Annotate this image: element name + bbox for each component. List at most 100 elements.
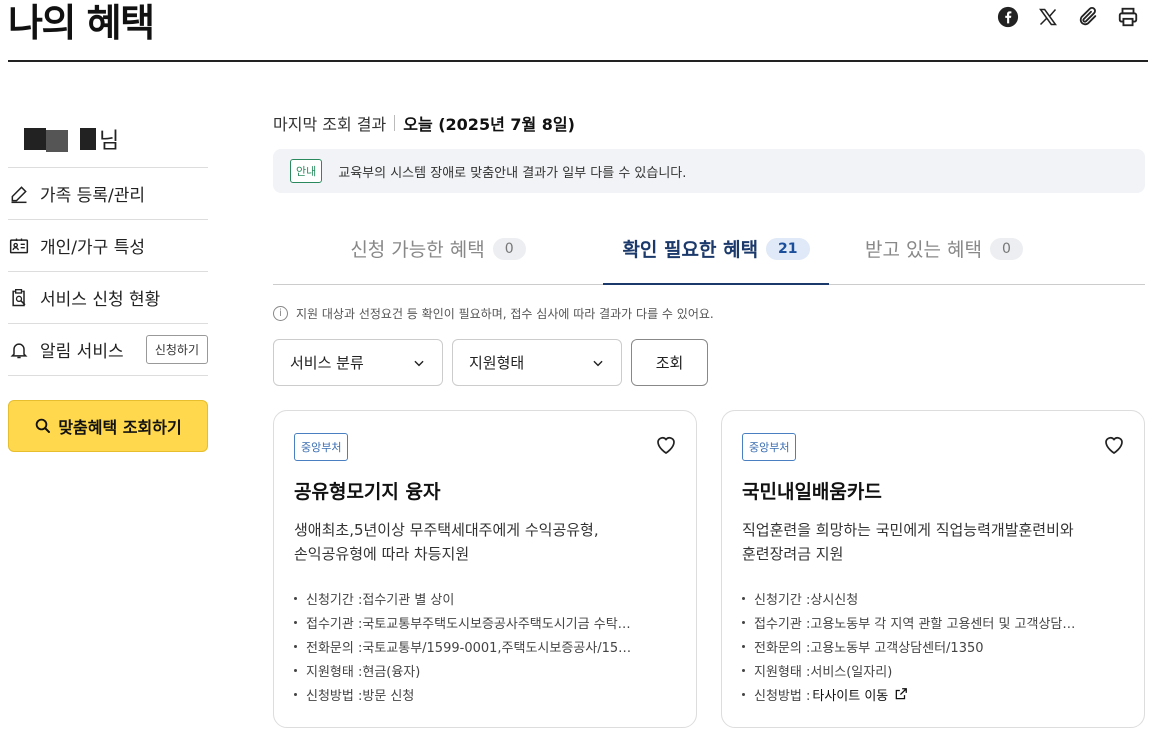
user-greeting: 님 [8, 110, 208, 168]
detail-label: 신청기간 : [754, 592, 811, 608]
last-query-date: 오늘 (2025년 7월 8일) [403, 115, 575, 134]
external-site-link[interactable]: 타사이트 이동 [812, 685, 908, 704]
detail-item: 접수기관 : 고용노동부 각 지역 관할 고용센터 및 고객상담… [742, 610, 1124, 634]
last-query-label: 마지막 조회 결과 [273, 115, 387, 134]
select-value: 지원형태 [469, 354, 525, 372]
header-divider [8, 60, 1148, 62]
sidebar-item-label: 서비스 신청 현황 [40, 290, 161, 310]
detail-label: 신청기간 : [306, 592, 363, 608]
tab-label: 신청 가능한 혜택 [350, 239, 485, 261]
card-description-line: 직업훈련을 희망하는 국민에게 직업능력개발훈련비와 [742, 521, 1074, 539]
card-description: 직업훈련을 희망하는 국민에게 직업능력개발훈련비와 훈련장려금 지원 [742, 518, 1124, 566]
heart-icon[interactable] [654, 433, 678, 457]
card-title: 공유형모기지 융자 [294, 481, 441, 503]
link-label: 타사이트 이동 [812, 688, 889, 704]
detail-item: 지원형태 : 서비스(일자리) [742, 658, 1124, 682]
query-button[interactable]: 조회 [631, 339, 708, 386]
last-query-row: 마지막 조회 결과 오늘 (2025년 7월 8일) [273, 108, 1145, 138]
tab-receiving[interactable]: 받고 있는 혜택 0 [829, 213, 1059, 284]
detail-label: 지원형태 : [754, 664, 811, 680]
benefit-card[interactable]: 중앙부처 국민내일배움카드 직업훈련을 희망하는 국민에게 직업능력개발훈련비와… [721, 410, 1145, 728]
card-description: 생애최초,5년이상 무주택세대주에게 수익공유형, 손익공유형에 따라 차등지원 [294, 518, 676, 566]
support-type-select[interactable]: 지원형태 [452, 339, 622, 386]
cta-label: 맞춤혜택 조회하기 [58, 418, 182, 437]
detail-item: 접수기관 : 국토교통부주택도시보증공사주택도시기금 수탁… [294, 610, 676, 634]
detail-value: 접수기관 별 상이 [362, 592, 455, 608]
detail-item: 신청방법 : 타사이트 이동 [742, 682, 1124, 706]
x-icon[interactable] [1037, 6, 1059, 28]
detail-item: 신청방법 : 방문 신청 [294, 682, 676, 706]
detail-label: 전화문의 : [306, 640, 363, 656]
card-description-line: 훈련장려금 지원 [742, 545, 844, 563]
detail-value: 국토교통부주택도시보증공사주택도시기금 수탁… [362, 616, 631, 632]
detail-value: 상시신청 [810, 592, 859, 608]
info-note: i 지원 대상과 선정요건 등 확인이 필요하며, 접수 심사에 따라 결과가 … [273, 303, 1145, 323]
detail-label: 신청방법 : [754, 688, 811, 704]
card-description-line: 손익공유형에 따라 차등지원 [294, 545, 470, 563]
sidebar-item-notification[interactable]: 알림 서비스 신청하기 [8, 324, 208, 376]
sidebar: 님 가족 등록/관리 개인/가구 특성 서비스 신청 현황 알림 서비스 신청하… [8, 110, 208, 452]
user-suffix: 님 [99, 128, 120, 154]
detail-item: 신청기간 : 접수기관 별 상이 [294, 586, 676, 610]
tab-count-badge: 21 [766, 237, 810, 260]
heart-icon[interactable] [1102, 433, 1126, 457]
detail-value: 국토교통부/1599-0001,주택도시보증공사/15… [362, 640, 632, 656]
notice-banner: 안내 교육부의 시스템 장애로 맞춤안내 결과가 일부 다를 수 있습니다. [273, 149, 1145, 193]
benefit-cards: 중앙부처 공유형모기지 융자 생애최초,5년이상 무주택세대주에게 수익공유형,… [273, 410, 1145, 728]
agency-tag: 중앙부처 [294, 433, 349, 461]
pencil-icon [8, 183, 30, 205]
benefit-card[interactable]: 중앙부처 공유형모기지 융자 생애최초,5년이상 무주택세대주에게 수익공유형,… [273, 410, 697, 728]
tab-count-badge: 0 [990, 237, 1023, 260]
sidebar-item-label: 알림 서비스 [40, 342, 124, 362]
page-title: 나의 혜택 [8, 1, 155, 45]
facebook-icon[interactable] [997, 6, 1019, 28]
service-category-select[interactable]: 서비스 분류 [273, 339, 443, 386]
detail-label: 전화문의 : [754, 640, 811, 656]
sidebar-item-label: 개인/가구 특성 [40, 238, 145, 258]
notice-text: 교육부의 시스템 장애로 맞춤안내 결과가 일부 다를 수 있습니다. [338, 165, 687, 181]
notice-badge: 안내 [290, 159, 323, 183]
card-title: 국민내일배움카드 [742, 481, 882, 503]
print-icon[interactable] [1117, 6, 1139, 28]
chevron-down-icon [593, 360, 603, 366]
detail-item: 전화문의 : 고용노동부 고객상담센터/1350 [742, 634, 1124, 658]
notification-apply-button[interactable]: 신청하기 [145, 335, 208, 364]
filter-bar: 서비스 분류 지원형태 조회 [273, 339, 1145, 386]
search-icon [36, 418, 51, 433]
sidebar-item-family[interactable]: 가족 등록/관리 [8, 168, 208, 220]
detail-label: 지원형태 : [306, 664, 363, 680]
divider [394, 115, 396, 131]
detail-value: 고용노동부 고객상담센터/1350 [810, 640, 984, 656]
select-value: 서비스 분류 [290, 354, 364, 372]
tab-available[interactable]: 신청 가능한 혜택 0 [273, 213, 603, 284]
detail-item: 신청기간 : 상시신청 [742, 586, 1124, 610]
sidebar-item-applications[interactable]: 서비스 신청 현황 [8, 272, 208, 324]
detail-label: 접수기관 : [306, 616, 363, 632]
external-link-icon [895, 688, 908, 700]
sidebar-item-label: 가족 등록/관리 [40, 186, 145, 206]
share-toolbar [997, 6, 1139, 28]
card-description-line: 생애최초,5년이상 무주택세대주에게 수익공유형, [294, 521, 599, 539]
clipboard-search-icon [8, 287, 30, 309]
info-icon: i [273, 305, 288, 321]
chevron-down-icon [414, 360, 424, 366]
agency-tag: 중앙부처 [742, 433, 797, 461]
info-text: 지원 대상과 선정요건 등 확인이 필요하며, 접수 심사에 따라 결과가 다를… [296, 306, 714, 321]
link-icon[interactable] [1077, 6, 1099, 28]
id-card-icon [8, 235, 30, 257]
main-content: 마지막 조회 결과 오늘 (2025년 7월 8일) 안내 교육부의 시스템 장… [273, 108, 1145, 728]
card-details: 신청기간 : 상시신청 접수기관 : 고용노동부 각 지역 관할 고용센터 및 … [742, 586, 1124, 706]
custom-benefit-search-button[interactable]: 맞춤혜택 조회하기 [8, 400, 208, 452]
sidebar-item-household[interactable]: 개인/가구 특성 [8, 220, 208, 272]
detail-item: 지원형태 : 현금(융자) [294, 658, 676, 682]
tab-needs-check[interactable]: 확인 필요한 혜택 21 [603, 213, 829, 285]
detail-item: 전화문의 : 국토교통부/1599-0001,주택도시보증공사/15… [294, 634, 676, 658]
detail-label: 접수기관 : [754, 616, 811, 632]
detail-value: 방문 신청 [362, 688, 415, 704]
tab-label: 받고 있는 혜택 [865, 239, 983, 261]
detail-value: 현금(융자) [362, 664, 421, 680]
benefit-tabs: 신청 가능한 혜택 0 확인 필요한 혜택 21 받고 있는 혜택 0 [273, 213, 1145, 285]
detail-value: 고용노동부 각 지역 관할 고용센터 및 고객상담… [810, 616, 1076, 632]
masked-user-name [24, 126, 96, 152]
tab-count-badge: 0 [492, 237, 526, 260]
